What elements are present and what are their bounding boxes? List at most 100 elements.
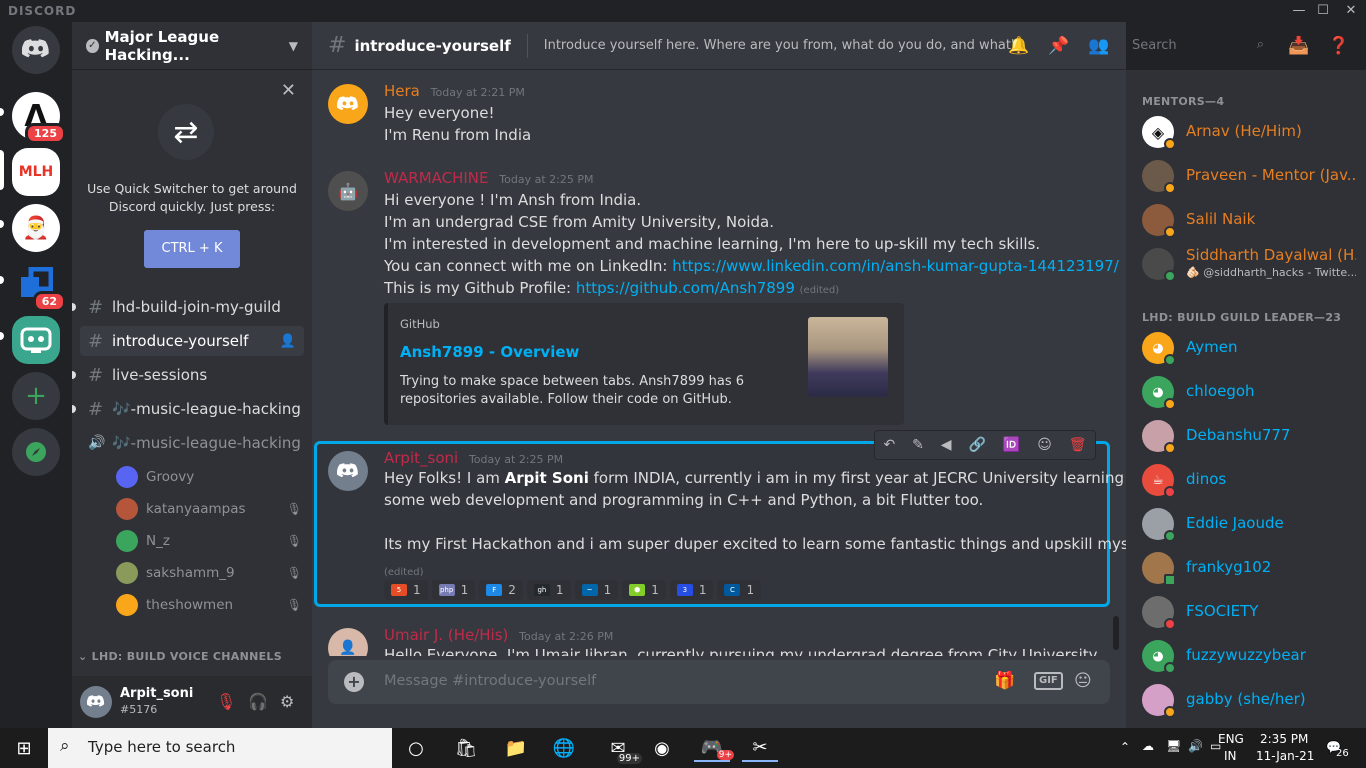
- member-arnav[interactable]: ◈ Arnav (He/Him): [1142, 110, 1358, 154]
- close-window-button[interactable]: ✕: [1336, 0, 1366, 22]
- channel-live-sessions[interactable]: # live-sessions: [72, 360, 304, 390]
- headphones-icon[interactable]: 🎧: [248, 692, 268, 711]
- member-salil-naik[interactable]: Salil Naik: [1142, 198, 1358, 242]
- copy-id-icon[interactable]: 🆔: [1003, 437, 1020, 453]
- embed-provider[interactable]: GitHub: [400, 317, 440, 331]
- member-gabby[interactable]: gabby (she/her): [1142, 678, 1358, 722]
- embed-thumbnail[interactable]: [808, 317, 888, 397]
- member-chloegoh[interactable]: ◕ chloegoh: [1142, 370, 1358, 414]
- cortana-icon[interactable]: ○: [398, 734, 434, 762]
- channel-music-league-hacking-voice[interactable]: 🔊 🎶-music-league-hacking: [80, 428, 304, 458]
- windows-start-icon[interactable]: ⊞: [0, 728, 48, 768]
- reaction-css[interactable]: 31: [669, 580, 714, 600]
- help-icon[interactable]: ❓: [1328, 36, 1349, 56]
- server-icon-build[interactable]: 🎅: [12, 204, 60, 252]
- author-name[interactable]: Hera: [384, 82, 420, 100]
- channel-music-league-hacking-text[interactable]: # 🎶-music-league-hacking: [72, 394, 304, 424]
- reaction-cpp[interactable]: C1: [717, 580, 762, 600]
- discord-taskbar-icon[interactable]: 🎮 9+: [694, 734, 734, 762]
- gear-icon[interactable]: ⚙: [280, 692, 294, 711]
- member-siddharth[interactable]: Siddharth Dayalwal (H... 🫵🏻 @siddharth_h…: [1142, 242, 1358, 286]
- voice-user-groovy[interactable]: Groovy: [116, 463, 302, 491]
- network-icon[interactable]: 🖥: [1166, 739, 1181, 753]
- invite-icon[interactable]: 👤: [280, 334, 296, 349]
- add-server-button[interactable]: +: [12, 372, 60, 420]
- voice-user-theshowmen[interactable]: theshowmen 🎙: [116, 591, 302, 619]
- bell-icon[interactable]: 🔔: [1008, 36, 1029, 56]
- search-input[interactable]: Search ⌕: [1126, 34, 1270, 58]
- member-fuzzywuzzybear[interactable]: ◕ fuzzywuzzybear: [1142, 634, 1358, 678]
- emoji-picker-icon[interactable]: 😐: [1074, 671, 1092, 691]
- avatar[interactable]: [328, 451, 368, 491]
- embed-title[interactable]: Ansh7899 - Overview: [400, 343, 579, 361]
- voice-user-n-z[interactable]: N_z 🎙: [116, 527, 302, 555]
- mute-mic-icon[interactable]: 🎙: [216, 692, 236, 711]
- chat-scrollbar[interactable]: [1113, 616, 1119, 650]
- reaction-github[interactable]: gh 1: [526, 580, 571, 600]
- language-code[interactable]: ENG: [1218, 732, 1244, 746]
- clock-time[interactable]: 2:35 PM: [1260, 732, 1308, 746]
- channel-lhd-build-join-my-guild[interactable]: # lhd-build-join-my-guild: [72, 292, 304, 322]
- clock-date[interactable]: 11-Jan-21: [1256, 749, 1314, 763]
- server-icon-blue[interactable]: 62: [12, 260, 66, 312]
- member-list-icon[interactable]: 👥: [1088, 36, 1109, 56]
- gift-icon[interactable]: 🎁: [994, 671, 1015, 691]
- voice-user-sakshamm-9[interactable]: sakshamm_9 🎙: [116, 559, 302, 587]
- inbox-icon[interactable]: 📥: [1288, 36, 1309, 56]
- author-name[interactable]: WARMACHINE: [384, 169, 489, 187]
- reaction-vscode[interactable]: ~1: [574, 580, 619, 600]
- region-code[interactable]: IN: [1224, 749, 1237, 763]
- voice-user-katanyaampas[interactable]: katanyaampas 🎙: [116, 495, 302, 523]
- author-name[interactable]: Arpit_soni: [384, 449, 458, 467]
- reply-icon[interactable]: ↶: [883, 437, 895, 453]
- file-explorer-icon[interactable]: 📁: [498, 734, 534, 762]
- edit-pencil-icon[interactable]: ✎: [912, 437, 924, 453]
- channel-introduce-yourself[interactable]: # introduce-yourself 👤: [80, 326, 304, 356]
- voice-category-header[interactable]: ⌄ LHD: BUILD VOICE CHANNELS: [78, 650, 282, 663]
- linkedin-link[interactable]: https://www.linkedin.com/in/ansh-kumar-g…: [672, 257, 1119, 275]
- close-icon[interactable]: ✕: [281, 80, 296, 101]
- mail-icon[interactable]: ✉ 99+: [600, 734, 642, 764]
- taskbar-search-input[interactable]: ⌕ Type here to search: [48, 728, 392, 768]
- member-fsociety[interactable]: FSOCIETY: [1142, 590, 1358, 634]
- tag-icon[interactable]: ◀: [941, 437, 952, 453]
- quick-switcher-shortcut-button[interactable]: CTRL + K: [144, 230, 240, 268]
- upload-plus-icon[interactable]: +: [344, 672, 364, 692]
- github-link[interactable]: https://github.com/Ansh7899: [576, 279, 795, 297]
- avatar[interactable]: 🤖: [328, 171, 368, 211]
- link-icon[interactable]: 🔗: [968, 437, 985, 453]
- server-icon-bot[interactable]: [12, 316, 60, 364]
- member-eddie-jaoude[interactable]: Eddie Jaoude: [1142, 502, 1358, 546]
- edge-icon[interactable]: 🌐: [546, 734, 582, 762]
- member-debanshu777[interactable]: Debanshu777: [1142, 414, 1358, 458]
- explore-servers-button[interactable]: [12, 428, 60, 476]
- snipping-tool-icon[interactable]: ✂: [742, 734, 778, 762]
- add-reaction-icon[interactable]: ☺: [1037, 437, 1052, 453]
- reaction-flutter[interactable]: F2: [479, 580, 523, 600]
- member-praveen[interactable]: Praveen - Mentor (Jav...: [1142, 154, 1358, 198]
- member-frankyg102[interactable]: frankyg102: [1142, 546, 1358, 590]
- server-icon-mlh[interactable]: MLH: [12, 148, 60, 196]
- store-icon[interactable]: 🛍: [448, 734, 484, 762]
- show-hidden-icons-chevron-icon[interactable]: ⌃: [1120, 740, 1130, 754]
- author-name[interactable]: Umair J. (He/His): [384, 626, 508, 644]
- home-button[interactable]: [12, 26, 60, 74]
- member-aymen[interactable]: ◕ Aymen: [1142, 326, 1358, 370]
- reaction-html[interactable]: 51: [384, 580, 428, 600]
- guild-header[interactable]: ✓ Major League Hacking... ▼: [72, 22, 312, 70]
- trash-icon[interactable]: 🗑: [1069, 437, 1087, 453]
- member-dinos[interactable]: ☕ dinos: [1142, 458, 1358, 502]
- avatar[interactable]: 👤: [328, 628, 368, 656]
- message-input[interactable]: Message #introduce-yourself: [384, 673, 596, 689]
- maximize-button[interactable]: ☐: [1308, 0, 1338, 22]
- pin-icon[interactable]: 📌: [1048, 36, 1069, 56]
- user-avatar[interactable]: [80, 686, 112, 718]
- reaction-php[interactable]: php 1: [431, 580, 476, 600]
- chrome-icon[interactable]: ◉: [644, 734, 680, 762]
- avatar[interactable]: [328, 84, 368, 124]
- gif-button[interactable]: GIF: [1034, 672, 1063, 690]
- server-icon-a[interactable]: Λ 125: [12, 92, 66, 144]
- channel-topic[interactable]: Introduce yourself here. Where are you f…: [544, 38, 1020, 53]
- onedrive-icon[interactable]: ☁: [1142, 739, 1154, 753]
- reaction-node[interactable]: ⬢ 1: [622, 580, 666, 600]
